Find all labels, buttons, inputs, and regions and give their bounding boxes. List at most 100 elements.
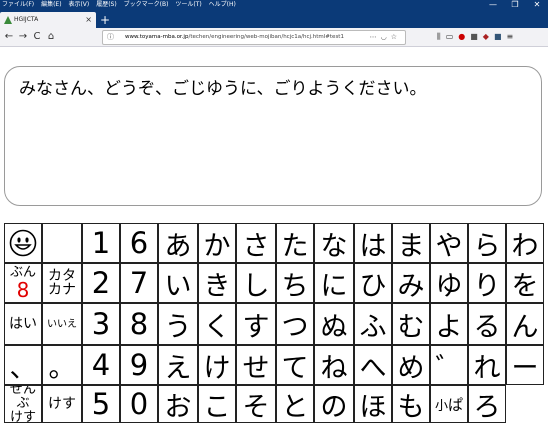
char-key[interactable]: 0 <box>120 385 158 423</box>
url-bar[interactable]: ⓘ www.toyama-mba.or.jp/techen/engineerin… <box>102 30 406 45</box>
char-key[interactable]: 、 <box>4 345 42 385</box>
char-key[interactable]: ん <box>506 303 544 345</box>
bun-key[interactable]: ぶん 8 <box>4 263 42 303</box>
char-key[interactable]: 4 <box>82 345 120 385</box>
char-key[interactable]: せ <box>236 345 276 385</box>
char-key[interactable]: す <box>236 303 276 345</box>
char-key[interactable]: な <box>314 223 354 263</box>
menu-tools[interactable]: ツール(T) <box>175 1 201 8</box>
char-key[interactable]: め <box>392 345 430 385</box>
char-key[interactable]: ろ <box>468 385 506 423</box>
library-icon[interactable]: ⫼ <box>437 29 441 45</box>
pocket-icon[interactable]: ◡ <box>381 33 391 41</box>
char-key[interactable]: 。 <box>42 345 82 385</box>
char-key[interactable]: い <box>158 263 198 303</box>
char-key[interactable]: は <box>354 223 392 263</box>
char-key[interactable]: そ <box>236 385 276 423</box>
char-key[interactable]: さ <box>236 223 276 263</box>
reload-button[interactable]: C <box>31 29 43 45</box>
char-key[interactable]: へ <box>354 345 392 385</box>
char-key[interactable]: 5 <box>82 385 120 423</box>
char-key[interactable]: こ <box>198 385 236 423</box>
menu-view[interactable]: 表示(V) <box>68 1 89 8</box>
char-key[interactable]: ひ <box>354 263 392 303</box>
page-info-icon[interactable]: ⓘ <box>107 32 114 43</box>
char-key[interactable]: 3 <box>82 303 120 345</box>
forward-button[interactable]: → <box>17 29 29 45</box>
char-key[interactable]: く <box>198 303 236 345</box>
extension2-icon[interactable]: ■ <box>494 29 502 45</box>
menu-edit[interactable]: 編集(E) <box>41 1 61 8</box>
char-key[interactable]: み <box>392 263 430 303</box>
char-key[interactable]: 6 <box>120 223 158 263</box>
new-tab-button[interactable]: + <box>100 12 110 28</box>
bookmark-star-icon[interactable]: ☆ <box>391 33 401 41</box>
char-key[interactable]: き <box>198 263 236 303</box>
menu-bookmarks[interactable]: ブックマーク(B) <box>124 1 169 8</box>
char-key[interactable]: む <box>392 303 430 345</box>
small-key[interactable]: 小ぱ <box>430 385 468 423</box>
char-key[interactable]: の <box>314 385 354 423</box>
char-key[interactable]: け <box>198 345 236 385</box>
char-key[interactable]: つ <box>276 303 314 345</box>
char-key[interactable]: え <box>158 345 198 385</box>
back-button[interactable]: ← <box>3 29 15 45</box>
url-text[interactable]: www.toyama-mba.or.jp/techen/engineering/… <box>125 31 365 44</box>
char-key[interactable]: ち <box>276 263 314 303</box>
blank-key[interactable] <box>42 223 82 263</box>
char-key[interactable]: に <box>314 263 354 303</box>
tab-close-icon[interactable]: × <box>85 14 92 26</box>
maximize-button[interactable]: ❐ <box>504 0 526 10</box>
shield-icon[interactable]: ◆ <box>483 29 489 45</box>
blocker-icon[interactable]: ● <box>458 29 465 45</box>
char-key[interactable]: ー <box>506 345 544 385</box>
char-key[interactable]: と <box>276 385 314 423</box>
char-key[interactable]: わ <box>506 223 544 263</box>
char-key[interactable]: う <box>158 303 198 345</box>
char-key[interactable]: て <box>276 345 314 385</box>
extension-icon[interactable]: ■ <box>470 29 478 45</box>
sidebar-icon[interactable]: ▭ <box>446 29 454 45</box>
char-key[interactable]: あ <box>158 223 198 263</box>
char-key[interactable]: ゆ <box>430 263 468 303</box>
menu-help[interactable]: ヘルプ(H) <box>209 1 236 8</box>
smiley-key[interactable] <box>4 223 42 263</box>
char-key[interactable]: お <box>158 385 198 423</box>
char-key[interactable]: ら <box>468 223 506 263</box>
char-key[interactable]: よ <box>430 303 468 345</box>
char-key[interactable]: を <box>506 263 544 303</box>
char-key[interactable]: も <box>392 385 430 423</box>
tab-active[interactable]: HGIJCTA × <box>0 12 96 28</box>
char-key[interactable]: ゛ <box>430 345 468 385</box>
char-key[interactable]: いいえ <box>42 303 82 345</box>
katakana-key[interactable]: カタ カナ <box>42 263 82 303</box>
minimize-button[interactable]: — <box>482 0 504 10</box>
char-key[interactable]: り <box>468 263 506 303</box>
char-key[interactable]: し <box>236 263 276 303</box>
char-key[interactable]: 9 <box>120 345 158 385</box>
delete-all-key[interactable]: ぜんぶ けす <box>4 385 42 423</box>
close-window-button[interactable]: ✕ <box>526 0 548 10</box>
katakana-line2: カナ <box>48 282 76 298</box>
char-key[interactable]: はい <box>4 303 42 345</box>
char-key[interactable]: る <box>468 303 506 345</box>
char-key[interactable]: か <box>198 223 236 263</box>
char-key[interactable]: ぬ <box>314 303 354 345</box>
more-actions-icon[interactable]: ⋯ <box>370 33 381 41</box>
char-key[interactable]: ま <box>392 223 430 263</box>
char-key[interactable]: けす <box>42 385 82 423</box>
char-key[interactable]: ふ <box>354 303 392 345</box>
menu-history[interactable]: 履歴(S) <box>96 1 117 8</box>
char-key[interactable]: や <box>430 223 468 263</box>
char-key[interactable]: 2 <box>82 263 120 303</box>
char-key[interactable]: ね <box>314 345 354 385</box>
char-key[interactable]: 1 <box>82 223 120 263</box>
home-button[interactable]: ⌂ <box>45 29 57 45</box>
char-key[interactable]: 8 <box>120 303 158 345</box>
menu-file[interactable]: ファイル(F) <box>2 1 34 8</box>
char-key[interactable]: れ <box>468 345 506 385</box>
menu-icon[interactable]: ≡ <box>507 29 514 45</box>
char-key[interactable]: 7 <box>120 263 158 303</box>
char-key[interactable]: た <box>276 223 314 263</box>
char-key[interactable]: ほ <box>354 385 392 423</box>
